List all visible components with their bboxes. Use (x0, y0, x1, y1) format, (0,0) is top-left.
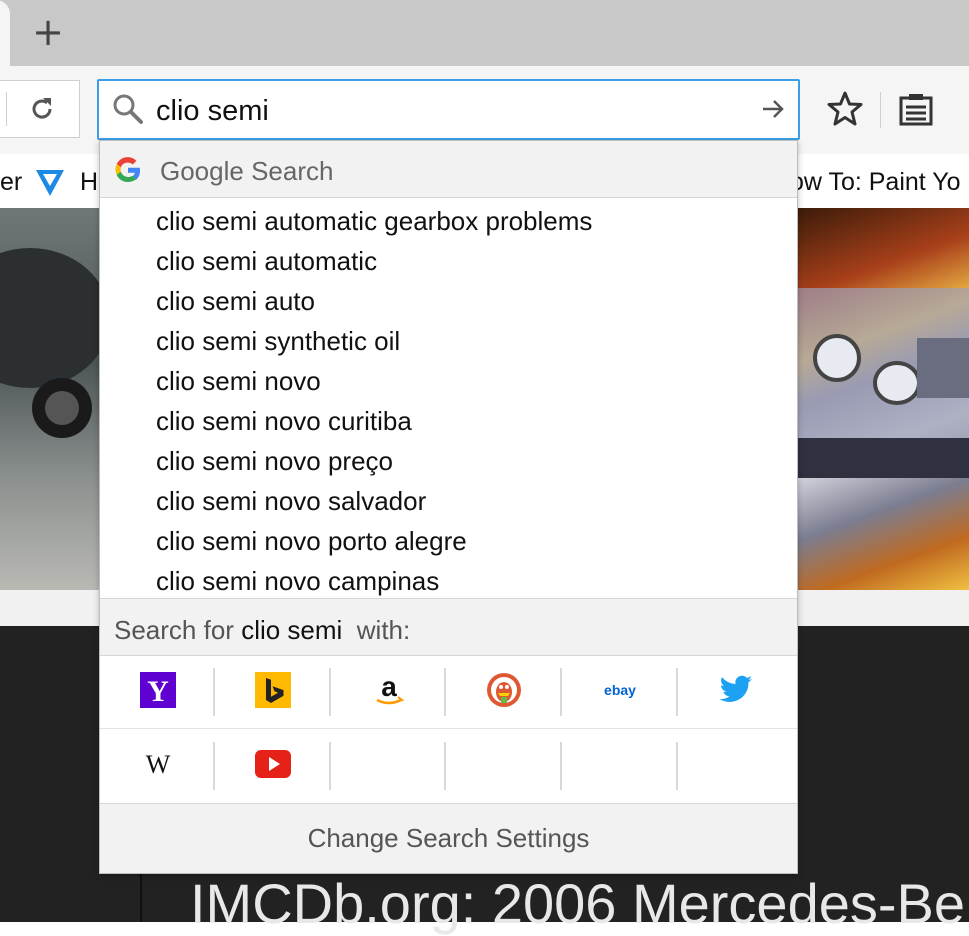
suggestion-item[interactable]: clio semi novo porto alegre (156, 525, 467, 557)
library-icon[interactable] (898, 92, 934, 133)
youtube-engine-button[interactable] (215, 730, 331, 802)
search-engine-name: Google Search (160, 156, 334, 186)
amazon-icon: a (371, 671, 407, 713)
bookmark-item-label[interactable]: H (80, 167, 98, 197)
toolbar-separator (880, 92, 881, 128)
engine-separator (560, 742, 562, 790)
suggestion-item[interactable]: clio semi novo salvador (156, 485, 426, 517)
suggestion-item[interactable]: clio semi novo curitiba (156, 405, 412, 437)
amazon-engine-button[interactable]: a (331, 656, 447, 728)
ebay-engine-button[interactable]: ebay (562, 656, 678, 728)
twitter-engine-button[interactable] (678, 656, 794, 728)
page-divider (140, 870, 142, 922)
svg-text:W: W (146, 750, 171, 779)
bookmark-item-label[interactable]: er (0, 167, 22, 197)
bookmark-star-icon[interactable] (826, 90, 864, 133)
wikipedia-icon: W (140, 749, 176, 784)
suggestion-item[interactable]: clio semi novo (156, 365, 321, 397)
search-for-label: Search for clio semi with: (114, 614, 410, 646)
suggestion-item[interactable]: clio semi auto (156, 285, 315, 317)
search-for-query: clio semi (241, 615, 343, 645)
car-thumbnail-image[interactable] (0, 208, 100, 590)
duckduckgo-icon (485, 671, 523, 714)
change-search-settings-label[interactable]: Change Search Settings (100, 822, 797, 854)
search-icon (112, 93, 144, 130)
youtube-icon (255, 749, 291, 783)
wikipedia-engine-button[interactable]: W (100, 730, 216, 802)
suggestion-item[interactable]: clio semi novo campinas (156, 565, 439, 597)
yahoo-icon: Y (140, 671, 176, 713)
reload-icon[interactable] (28, 95, 56, 128)
suggestion-item[interactable]: clio semi automatic gearbox problems (156, 205, 592, 237)
toolbar-separator (6, 92, 7, 126)
tab-strip (0, 0, 969, 66)
svg-text:ebay: ebay (604, 682, 636, 698)
suggestion-item[interactable]: clio semi novo preço (156, 445, 393, 477)
yahoo-engine-button[interactable]: Y (100, 656, 216, 728)
bing-engine-button[interactable] (215, 656, 331, 728)
active-tab-edge[interactable] (0, 0, 10, 66)
engine-row-separator (100, 728, 797, 729)
url-input-value[interactable]: clio semi (156, 93, 269, 129)
google-icon (113, 155, 143, 190)
suggestion-item[interactable]: clio semi automatic (156, 245, 377, 277)
bookmark-item-label[interactable]: ow To: Paint Yo (790, 167, 961, 197)
engine-separator (676, 742, 678, 790)
car-thumbnail-image[interactable] (797, 208, 969, 590)
ebay-icon: ebay (600, 680, 640, 705)
bookmark-favicon-icon[interactable] (36, 170, 64, 201)
bing-icon (255, 671, 291, 713)
duckduckgo-engine-button[interactable] (446, 656, 562, 728)
new-tab-button[interactable]: + (30, 12, 66, 52)
go-arrow-icon[interactable] (760, 96, 786, 127)
engine-separator (444, 742, 446, 790)
svg-text:Y: Y (147, 675, 169, 708)
page-heading[interactable]: IMCDb.org: 2006 Mercedes-Be (190, 872, 965, 936)
svg-text:a: a (381, 672, 397, 702)
engine-separator (329, 742, 331, 790)
suggestion-item[interactable]: clio semi synthetic oil (156, 325, 400, 357)
search-for-suffix: with: (356, 615, 411, 645)
search-for-prefix: Search for (114, 615, 234, 645)
twitter-icon (719, 675, 753, 710)
